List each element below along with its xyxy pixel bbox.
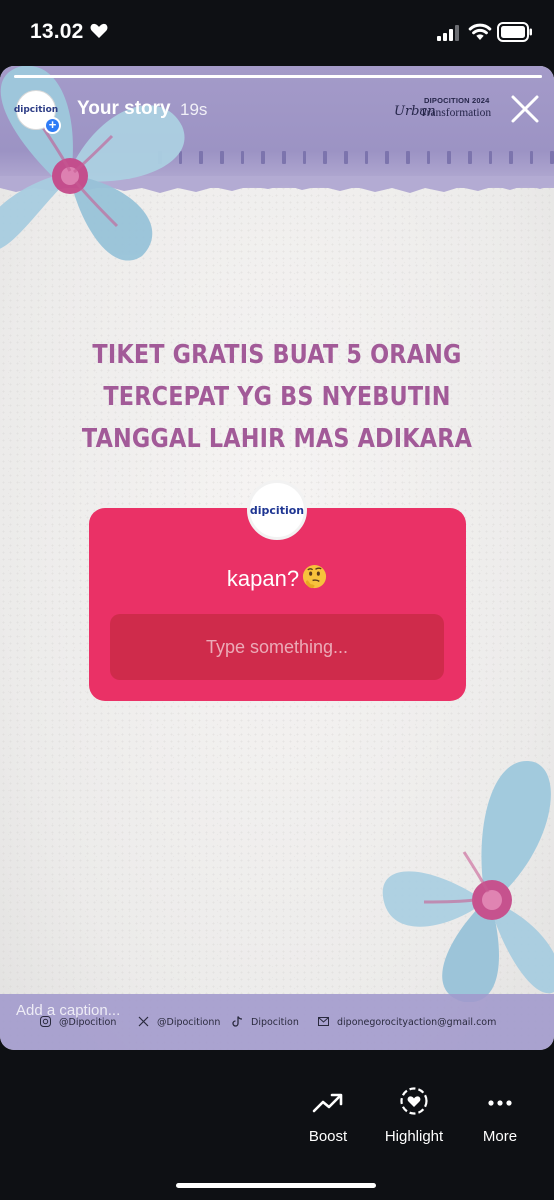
boost-button[interactable]: Boost <box>288 1090 368 1145</box>
answer-input[interactable] <box>110 614 444 680</box>
add-story-plus-icon[interactable]: + <box>44 117 61 134</box>
status-time: 13.02 <box>30 20 84 43</box>
highlight-label: Highlight <box>384 1128 444 1145</box>
footer-email-address: diponegorocityaction@gmail.com <box>337 1017 497 1028</box>
flower-decoration-bottom <box>382 761 554 1002</box>
story-username[interactable]: Your story <box>77 98 171 120</box>
cellular-signal-icon <box>437 25 459 41</box>
question-text: kapan? <box>226 566 300 591</box>
story-headline: TIKET GRATIS BUAT 5 ORANG TERCEPAT YG BS… <box>81 340 473 454</box>
sticker-avatar: dipcition <box>247 480 307 540</box>
sticker-avatar-text: dipcition <box>249 503 305 517</box>
story-viewer[interactable]: dipcition + Your story 19s DIPOCITION 20… <box>0 66 554 1050</box>
heart-icon <box>90 23 108 38</box>
more-label: More <box>482 1128 518 1145</box>
instagram-icon <box>40 1016 51 1027</box>
brand-logo: DIPOCITION 2024 Urban Transformation <box>394 96 502 124</box>
story-progress-bar <box>14 75 542 78</box>
trending-up-icon <box>312 1093 343 1113</box>
thinking-face-icon <box>303 564 327 589</box>
footer-instagram: @Dipocition <box>40 1016 116 1028</box>
home-indicator[interactable] <box>176 1183 376 1188</box>
story-progress-fill <box>14 75 542 78</box>
avatar-logo-text: dipcition <box>13 105 59 115</box>
film-strip-decoration <box>150 144 554 170</box>
question-text-row: kapan? <box>89 564 466 592</box>
highlight-heart-icon <box>400 1087 428 1115</box>
more-button[interactable]: More <box>460 1090 540 1145</box>
battery-icon <box>497 22 532 42</box>
footer-instagram-handle: @Dipocition <box>59 1017 117 1028</box>
status-bar: 13.02 <box>0 0 554 66</box>
close-icon[interactable] <box>508 92 542 126</box>
footer-x-handle: @Dipocitionn <box>157 1017 221 1028</box>
wifi-icon <box>468 23 492 40</box>
mail-icon <box>318 1017 329 1026</box>
footer-tiktok: Dipocition <box>232 1016 299 1028</box>
footer-email: diponegorocityaction@gmail.com <box>318 1016 496 1028</box>
footer-x: @Dipocitionn <box>138 1016 220 1028</box>
tiktok-icon <box>232 1016 243 1027</box>
more-dots-icon <box>488 1100 512 1106</box>
highlight-button[interactable]: Highlight <box>374 1087 454 1145</box>
story-footer-band: @Dipocition @Dipocitionn Dipocition dipo… <box>0 994 554 1050</box>
brand-logo-line3: Transformation <box>420 107 492 119</box>
footer-tiktok-handle: Dipocition <box>251 1017 299 1028</box>
boost-label: Boost <box>308 1128 348 1145</box>
story-timestamp: 19s <box>180 100 208 119</box>
x-logo-icon <box>138 1016 149 1027</box>
